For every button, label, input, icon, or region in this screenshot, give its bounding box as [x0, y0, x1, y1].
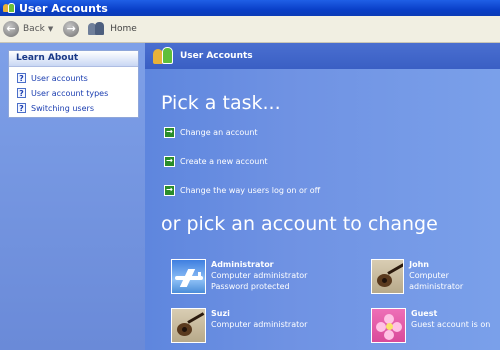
home-button[interactable]: Home	[87, 21, 137, 37]
account-type: Computer administrator	[211, 320, 308, 329]
account-guest[interactable]: Guest Guest account is on	[371, 308, 490, 343]
toolbar: ← Back ▼ → Home	[0, 16, 500, 43]
help-question-icon: ?	[17, 73, 26, 83]
main-pane: User Accounts Pick a task... → Change an…	[145, 43, 500, 350]
main-header-title: User Accounts	[180, 51, 253, 61]
help-question-icon: ?	[17, 103, 26, 113]
account-administrator[interactable]: Administrator Computer administrator Pas…	[171, 259, 307, 294]
learn-about-panel: Learn About ? User accounts ? User accou…	[8, 50, 139, 118]
learn-about-title: Learn About	[9, 51, 138, 67]
flower-picture	[371, 308, 406, 343]
account-john[interactable]: John Computer administrator	[371, 259, 500, 294]
task-label: Create a new account	[180, 157, 268, 166]
learn-item-label: User accounts	[31, 73, 88, 83]
task-change-account[interactable]: → Change an account	[164, 127, 258, 138]
user-accounts-icon	[3, 2, 15, 14]
account-name: Suzi	[211, 309, 230, 318]
green-arrow-icon: →	[164, 185, 175, 196]
account-type: Computer administrator	[409, 271, 464, 291]
forward-button[interactable]: →	[63, 21, 80, 37]
help-question-icon: ?	[17, 88, 26, 98]
main-header: User Accounts	[145, 43, 500, 69]
account-name: Guest	[411, 309, 438, 318]
learn-item-switching-users[interactable]: ? Switching users	[17, 101, 138, 115]
learn-item-label: Switching users	[31, 103, 94, 113]
guitar-picture	[171, 308, 206, 343]
back-button[interactable]: ← Back ▼	[3, 21, 53, 37]
home-label: Home	[110, 24, 137, 34]
learn-item-account-types[interactable]: ? User account types	[17, 86, 138, 100]
account-status: Guest account is on	[411, 320, 491, 329]
airplane-picture	[171, 259, 206, 294]
back-label: Back	[23, 24, 45, 34]
learn-item-label: User account types	[31, 88, 109, 98]
account-name: Administrator	[211, 260, 274, 269]
left-pane: Learn About ? User accounts ? User accou…	[0, 43, 145, 350]
user-accounts-icon	[153, 46, 175, 66]
window-title: User Accounts	[19, 1, 108, 15]
pick-account-heading: or pick an account to change	[161, 213, 438, 235]
task-label: Change the way users log on or off	[180, 186, 321, 195]
chevron-down-icon[interactable]: ▼	[48, 25, 53, 33]
green-arrow-icon: →	[164, 127, 175, 138]
task-label: Change an account	[180, 128, 258, 137]
back-arrow-icon: ←	[3, 21, 19, 37]
learn-item-user-accounts[interactable]: ? User accounts	[17, 71, 138, 85]
forward-arrow-icon: →	[63, 21, 80, 37]
green-arrow-icon: →	[164, 156, 175, 167]
account-status: Password protected	[211, 282, 290, 291]
account-name: John	[409, 260, 429, 269]
guitar-picture	[371, 259, 405, 294]
title-bar: User Accounts	[0, 0, 500, 16]
home-users-icon	[87, 21, 107, 37]
account-type: Computer administrator	[211, 271, 308, 280]
pick-task-heading: Pick a task...	[161, 92, 281, 114]
task-create-account[interactable]: → Create a new account	[164, 156, 268, 167]
task-change-logon[interactable]: → Change the way users log on or off	[164, 185, 320, 196]
account-suzi[interactable]: Suzi Computer administrator	[171, 308, 307, 343]
